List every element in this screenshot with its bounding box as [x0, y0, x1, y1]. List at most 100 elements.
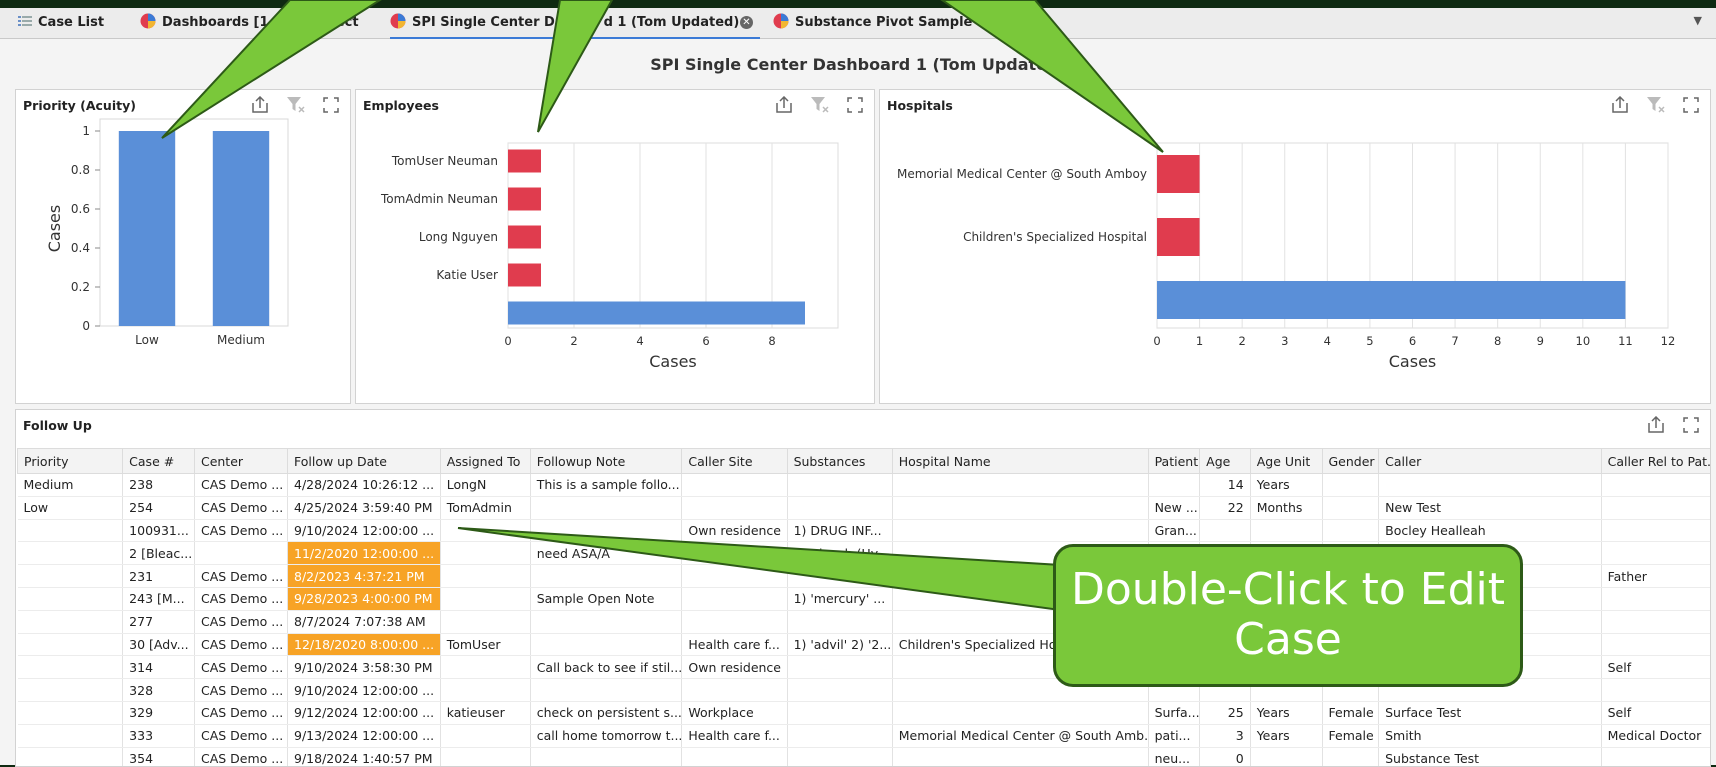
table-cell: 9/10/2024 3:58:30 PM	[287, 655, 441, 680]
table-cell	[1601, 496, 1710, 520]
column-header-follow-up-date[interactable]: Follow up Date	[287, 448, 441, 474]
export-icon[interactable]	[1646, 416, 1666, 434]
column-header-gender[interactable]: Gender	[1321, 448, 1380, 474]
x-axis-title: Cases	[649, 352, 697, 371]
table-cell	[681, 610, 788, 634]
bar-unassigned	[508, 301, 805, 325]
table-cell: 12/18/2020 8:00:00 ...	[287, 633, 441, 657]
x-tick-label: 7	[1451, 334, 1458, 348]
tab-spi-dashboard[interactable]: SPI Single Center Da d 1 (Tom Updated)	[390, 8, 760, 39]
table-cell	[17, 587, 124, 611]
table-cell: New Test	[1378, 496, 1602, 520]
table-row[interactable]: 100931... CAS Demo ... 9/10/2024 12:00:00 …	[17, 519, 1710, 543]
column-header-age-unit[interactable]: Age Unit	[1249, 448, 1323, 474]
column-header-age[interactable]: Age	[1199, 448, 1251, 474]
bar-tomadmin-neuman	[508, 187, 541, 211]
tab-dashboards[interactable]: Dashboards [1 of 31 select	[140, 8, 359, 37]
table-cell	[787, 678, 893, 702]
followup-panel-title: Follow Up	[23, 418, 92, 433]
table-cell: 1) Bleach (Hy...	[787, 541, 893, 566]
column-header-followup-note[interactable]: Followup Note	[529, 448, 683, 474]
table-cell	[530, 610, 683, 634]
table-cell: CAS Demo ...	[194, 610, 289, 634]
tab-substance-pivot-label: Substance Pivot Sample	[795, 15, 973, 30]
hospitals-panel: Hospitals 0 1 2 3 4 5 6 7 8 9 10 11 12 Memorial Medic…	[879, 89, 1711, 404]
column-header-caller-site[interactable]: Caller Site	[681, 448, 788, 474]
y-tick-label: Children's Specialized Hospital	[963, 230, 1147, 244]
tab-dashboards-label: Dashboards [1 of 31 select	[162, 15, 359, 30]
column-header-priority[interactable]: Priority	[16, 448, 124, 474]
x-tick-label: 6	[1409, 334, 1416, 348]
close-tab-icon[interactable]: ✕	[740, 16, 753, 29]
x-tick-label: 8	[1494, 334, 1501, 348]
tab-substance-pivot[interactable]: Substance Pivot Sample	[773, 8, 972, 37]
table-cell: 254	[122, 496, 195, 520]
table-cell	[440, 564, 531, 588]
tab-case-list[interactable]: Case List	[18, 8, 104, 37]
table-cell	[1322, 496, 1380, 520]
column-header-assigned-to[interactable]: Assigned To	[439, 448, 531, 474]
bar-unassigned	[1157, 281, 1626, 319]
column-header-caller-rel-to-pat[interactable]: Caller Rel to Pat...	[1600, 448, 1710, 474]
list-icon	[18, 15, 32, 31]
table-cell: CAS Demo ...	[194, 496, 289, 520]
table-cell: Surface Test	[1378, 701, 1602, 725]
table-cell	[440, 747, 531, 766]
table-cell	[17, 747, 124, 766]
table-cell: 4/25/2024 3:59:40 PM	[287, 496, 441, 520]
table-cell: Workplace	[681, 701, 788, 725]
table-cell: pati...	[1148, 724, 1201, 748]
table-cell: Substance Test	[1378, 747, 1602, 766]
table-cell: CAS Demo ...	[194, 633, 289, 657]
table-cell	[530, 496, 683, 520]
table-cell: Father	[1601, 564, 1710, 588]
column-header-caller[interactable]: Caller	[1378, 448, 1602, 474]
table-cell: Years	[1250, 701, 1323, 725]
tab-overflow-chevron-icon[interactable]: ▼	[1694, 14, 1702, 27]
column-header-case[interactable]: Case #	[122, 448, 195, 474]
table-cell: TomAdmin	[440, 496, 531, 520]
table-cell: check on persistent s...	[530, 701, 683, 725]
column-header-hospital-name[interactable]: Hospital Name	[891, 448, 1149, 474]
y-tick-label: Memorial Medical Center @ South Amboy	[897, 167, 1147, 181]
y-tick-label: 0	[82, 319, 90, 333]
x-tick-label: 0	[1153, 334, 1160, 348]
y-tick-label: Long Nguyen	[419, 230, 498, 244]
y-axis-title: Cases	[45, 205, 64, 253]
column-header-substances[interactable]: Substances	[786, 448, 893, 474]
table-cell: 238	[122, 473, 195, 497]
priority-chart: 0 0.2 0.4 0.6 0.8 1 Low Medium Cases	[45, 118, 289, 347]
table-cell: Self	[1601, 701, 1710, 725]
x-tick-label: 9	[1537, 334, 1544, 348]
table-cell	[892, 701, 1149, 725]
table-row[interactable]: Low 254 CAS Demo ... 4/25/2024 3:59:40 PM To…	[17, 496, 1710, 520]
table-cell	[681, 587, 788, 611]
table-cell: 9/28/2023 4:00:00 PM	[287, 587, 441, 611]
table-cell	[17, 564, 124, 588]
table-cell	[440, 587, 531, 611]
table-row[interactable]: Medium 238 CAS Demo ... 4/28/2024 10:26:12 …	[17, 473, 1710, 497]
table-cell	[440, 655, 531, 680]
column-header-patient[interactable]: Patient	[1147, 448, 1201, 474]
table-cell	[1601, 610, 1710, 634]
table-cell: CAS Demo ...	[194, 655, 289, 680]
table-cell	[1378, 473, 1602, 497]
maximize-icon[interactable]	[1682, 416, 1700, 434]
tab-bar: Case List Dashboards [1 of 31 select SPI…	[0, 8, 1716, 39]
table-row[interactable]: 354 CAS Demo ... 9/18/2024 1:40:57 PM neu..…	[17, 747, 1710, 766]
column-header-center[interactable]: Center	[193, 448, 289, 474]
x-tick-label: 10	[1576, 334, 1591, 348]
table-cell: neu...	[1148, 747, 1201, 766]
table-row[interactable]: 333 CAS Demo ... 9/13/2024 12:00:00 ... cal…	[17, 724, 1710, 748]
tab-case-list-label: Case List	[38, 15, 105, 30]
table-cell: Smith	[1378, 724, 1602, 748]
table-cell	[1601, 519, 1710, 543]
x-tick-label: 2	[1239, 334, 1246, 348]
x-tick-label: 4	[1324, 334, 1331, 348]
table-cell: Memorial Medical Center @ South Amb...	[892, 724, 1149, 748]
x-tick-label: 11	[1618, 334, 1633, 348]
table-cell: Medical Doctor	[1601, 724, 1710, 748]
bar-children-s-specialized-hospital	[1157, 218, 1200, 256]
table-row[interactable]: 329 CAS Demo ... 9/12/2024 12:00:00 ... kat…	[17, 701, 1710, 725]
table-cell: need ASA/A	[530, 541, 683, 566]
